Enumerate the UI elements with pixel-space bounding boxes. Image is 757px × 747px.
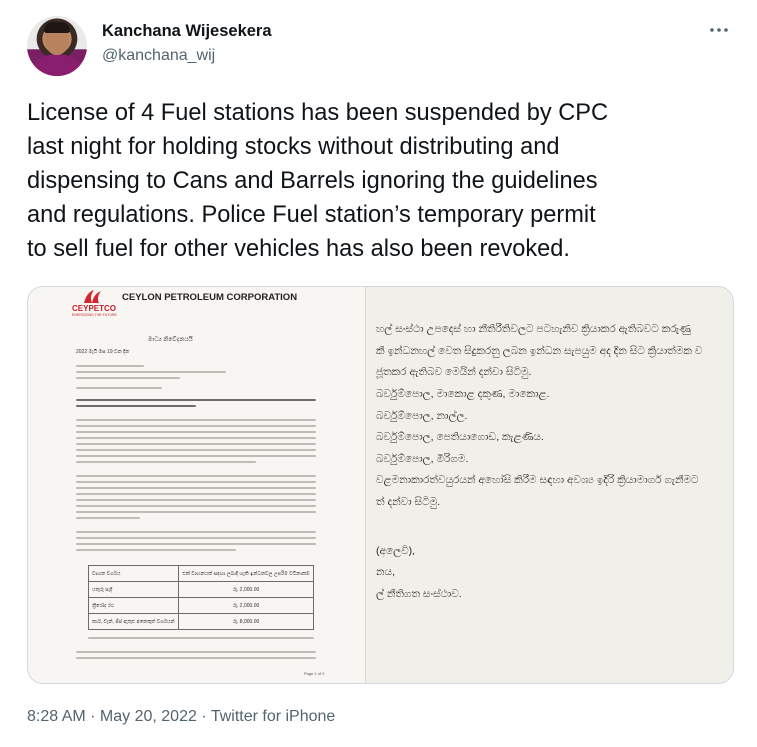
- text-line: [76, 425, 316, 427]
- document-page-left: CEYPETCO ENERGIZING THE FUTURE CEYLON PE…: [28, 287, 366, 683]
- ceypetco-logo-icon: [84, 290, 101, 303]
- table-cell: රු. 2,000.00: [178, 581, 314, 598]
- logo-name: CEYPETCO: [72, 304, 117, 313]
- text-line: [76, 481, 316, 483]
- corporation-name: CEYLON PETROLEUM CORPORATION: [122, 292, 298, 303]
- text-line: [76, 443, 316, 445]
- table-cell: යතුරු පැදි: [87, 581, 180, 598]
- text-line: [76, 499, 316, 501]
- document-line: හල් සංස්ථා උපදෙස් හා නීතිරීතිවලට පටහැනිව…: [376, 323, 691, 335]
- tweet-line: License of 4 Fuel stations has been susp…: [27, 100, 609, 126]
- table-row: ත්‍රීරෝද රථ රු. 2,000.00: [87, 597, 314, 614]
- text-line: [76, 449, 316, 451]
- text-line: [76, 487, 316, 489]
- document-line: වළමනාකාරත්වයුරයන් අහෝසි කිරීම සඳහා අවශ්‍…: [376, 474, 699, 486]
- document-line: ජූතකර ඇතිබව මෙයින් දන්වා සිටිමු.: [376, 366, 532, 378]
- document-line: ල් නීතිගත සංස්ථාව.: [376, 588, 462, 600]
- tweet-text: License of 4 Fuel stations has been susp…: [27, 96, 742, 266]
- author-display-name[interactable]: Kanchana Wijesekera: [102, 22, 272, 41]
- table-header-cell: වාහන වර්ගය: [87, 565, 180, 582]
- tweet-source[interactable]: Twitter for iPhone: [211, 708, 336, 725]
- author-handle[interactable]: @kanchana_wij: [102, 47, 215, 65]
- tweet-line: last night for holding stocks without di…: [27, 134, 560, 160]
- text-line: [76, 543, 316, 545]
- avatar-shirt: [33, 54, 81, 76]
- footer-separator: ·: [196, 708, 211, 725]
- logo-tagline: ENERGIZING THE FUTURE: [72, 313, 117, 317]
- text-line: [76, 377, 180, 379]
- document-line: ත් දන්වා සිටිමු.: [376, 496, 441, 508]
- text-line: [76, 461, 256, 463]
- text-line: [76, 505, 316, 507]
- document-line: නය,: [376, 566, 395, 578]
- table-cell: කාර්, වෑන්, ජීප් ඇතුළු අනෙකුත් වර්ගයන්: [87, 613, 180, 630]
- document-line: බර්වුම්පොල, නාල්ල.: [376, 410, 468, 422]
- text-line: [76, 475, 316, 477]
- avatar[interactable]: [27, 16, 87, 76]
- text-line: [76, 511, 316, 513]
- text-line: [76, 549, 236, 551]
- table-row: කාර්, වෑන්, ජීප් ඇතුළු අනෙකුත් වර්ගයන් ර…: [87, 613, 314, 630]
- table-row: යතුරු පැදි රු. 2,000.00: [87, 581, 314, 598]
- text-line: [76, 531, 316, 533]
- text-line: [76, 517, 140, 519]
- text-line: [76, 365, 144, 367]
- tweet-line: to sell fuel for other vehicles has also…: [27, 236, 570, 262]
- fuel-limit-table: වාහන වර්ගය එක් වාහනයක් සඳහා ලබාදී හැකි ඉ…: [87, 565, 314, 630]
- tweet-line: and regulations. Police Fuel station’s t…: [27, 202, 596, 228]
- avatar-hair: [44, 22, 70, 33]
- text-line: [76, 387, 162, 389]
- more-horizontal-icon[interactable]: [709, 20, 729, 46]
- text-line: [76, 437, 316, 439]
- document-line: බර්වුම්පොල, මීරිගම.: [376, 453, 469, 465]
- page-number: Page 1 of 2: [304, 671, 325, 676]
- tweet-timestamp[interactable]: 8:28 AM · May 20, 2022: [27, 708, 197, 725]
- text-line: [76, 419, 316, 421]
- document-date: 2022 මැයි මස 19 වන දින: [76, 349, 130, 355]
- table-cell: රු. 2,000.00: [178, 597, 314, 614]
- tweet-footer: 8:28 AM · May 20, 2022 · Twitter for iPh…: [27, 708, 335, 726]
- table-header-cell: එක් වාහනයක් සඳහා ලබාදී හැකි ඉන්ධනවල උපරි…: [178, 565, 314, 582]
- text-line-bold: [76, 399, 316, 402]
- more-dots-svg: [710, 28, 728, 32]
- tweet-line: dispensing to Cans and Barrels ignoring …: [27, 168, 598, 194]
- document-line: කී ඉන්ධනහල් වෙත සිදුකරනු ලබන ඉන්ධන සැපයු…: [376, 345, 703, 357]
- text-line-bold: [76, 405, 196, 408]
- table-header-row: වාහන වර්ගය එක් වාහනයක් සඳහා ලබාදී හැකි ඉ…: [87, 565, 314, 582]
- text-line: [76, 657, 316, 659]
- text-line: [88, 637, 314, 639]
- text-line: [76, 493, 316, 495]
- document-line: (අලෙවි),: [376, 545, 416, 557]
- text-line: [76, 537, 316, 539]
- tweet-media-image[interactable]: CEYPETCO ENERGIZING THE FUTURE CEYLON PE…: [27, 286, 734, 684]
- document-line: බර්වුම්පොල, මාකොළ දකුණ, මාකොළ.: [376, 388, 550, 400]
- table-cell: රු. 8,000.00: [178, 613, 314, 630]
- text-line: [76, 455, 316, 457]
- document-title: මාධ්‍ය නිවේදනයයි: [148, 337, 193, 343]
- text-line: [76, 371, 226, 373]
- text-line: [76, 431, 316, 433]
- text-line: [76, 651, 316, 653]
- document-line: බර්වුම්පොල, පෙතියාගොඩ, කැළණිය.: [376, 431, 544, 443]
- table-cell: ත්‍රීරෝද රථ: [87, 597, 180, 614]
